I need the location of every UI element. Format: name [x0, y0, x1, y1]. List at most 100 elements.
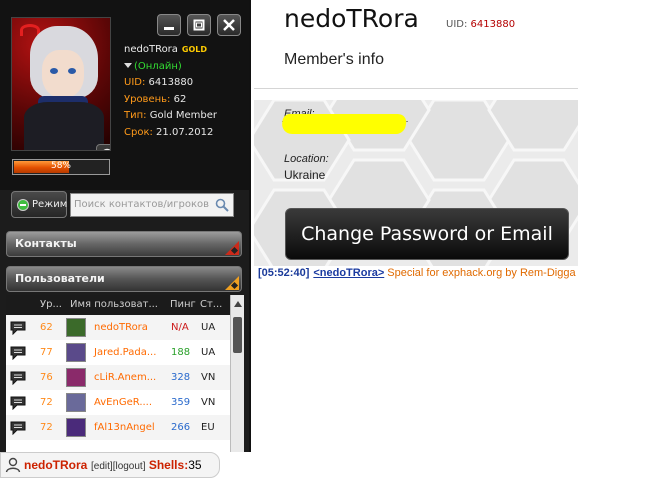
change-password-email-button[interactable]: Change Password or Email: [285, 208, 569, 260]
row-country: EU: [201, 422, 215, 433]
row-avatar: [66, 418, 86, 437]
chat-text: Special for exphack.org by Rem-Digga: [387, 267, 576, 279]
column-username[interactable]: Имя пользоват...: [70, 295, 158, 315]
member-info-panel: nedoTRora UID: 6413880 Member's info Ema…: [254, 0, 578, 266]
uid-value: 6413880: [148, 77, 194, 88]
xp-progress-text: 58%: [50, 161, 71, 171]
table-row[interactable]: 72 fAl13nAngel 266 EU: [6, 415, 230, 440]
users-table: Ур... Имя пользоват... Пинг Ст... 62 nedo…: [6, 295, 244, 452]
term-value: 21.07.2012: [156, 126, 214, 138]
divider: [254, 88, 578, 89]
close-button[interactable]: [217, 14, 241, 36]
row-username[interactable]: nedoTRora: [94, 315, 148, 340]
row-ping: 266: [171, 422, 191, 433]
type-value: Gold Member: [149, 110, 218, 121]
shells-value: 35: [188, 458, 202, 472]
row-country: VN: [201, 397, 216, 408]
minimize-icon: [164, 27, 174, 30]
chat-bubble-icon[interactable]: [10, 345, 26, 361]
row-country: UA: [201, 347, 216, 358]
profile-area: nedoTRora GOLD (Онлайн) UID: 6413880 Уров…: [0, 0, 249, 190]
restore-button[interactable]: [187, 14, 211, 36]
member-username: nedoTRora: [284, 4, 419, 33]
location-label: Location:: [284, 153, 329, 165]
row-level: 76: [40, 372, 53, 383]
row-level: 62: [40, 322, 53, 333]
magnifier-icon: [103, 148, 110, 150]
uid-label: UID:: [124, 77, 146, 88]
row-level: 72: [40, 422, 53, 433]
member-uid: UID: 6413880: [446, 19, 516, 30]
chat-bubble-icon[interactable]: [10, 395, 26, 411]
profile-name: nedoTRora: [124, 44, 178, 55]
online-status: (Онлайн): [134, 60, 182, 72]
profile-info: nedoTRora GOLD (Онлайн) UID: 6413880 Уров…: [124, 42, 217, 141]
user-footer-bar: nedoTRora [edit][logout] Shells:35: [0, 452, 220, 478]
table-scrollbar[interactable]: [230, 295, 244, 452]
term-label: Срок:: [124, 126, 153, 138]
type-label: Тип:: [124, 110, 147, 121]
row-username[interactable]: AvEnGeR....: [94, 390, 152, 415]
restore-icon: [193, 19, 205, 31]
edit-link[interactable]: [edit]: [91, 461, 113, 472]
gold-badge: GOLD: [181, 45, 208, 54]
chat-bubble-icon[interactable]: [10, 320, 26, 336]
chevron-down-icon: [124, 62, 132, 68]
chat-bubble-icon[interactable]: [10, 420, 26, 436]
search-placeholder: Поиск контактов/игроков: [74, 199, 210, 210]
row-avatar: [66, 343, 86, 362]
search-input[interactable]: Поиск контактов/игроков: [70, 193, 234, 217]
mode-button[interactable]: Режим: [11, 191, 67, 218]
row-ping: 188: [171, 347, 191, 358]
close-icon: [223, 19, 235, 31]
row-avatar: [66, 368, 86, 387]
row-country: UA: [201, 322, 216, 333]
column-country[interactable]: Ст...: [200, 295, 222, 315]
mode-toggle-icon: [17, 199, 29, 211]
users-section-header[interactable]: Пользователи: [6, 266, 242, 292]
minimize-button[interactable]: [157, 14, 181, 36]
search-icon[interactable]: [215, 198, 229, 212]
chat-sender-link[interactable]: <nedoTRora>: [313, 267, 384, 279]
location-value: Ukraine: [284, 168, 326, 182]
table-row[interactable]: 72 AvEnGeR.... 359 VN: [6, 390, 230, 415]
mode-button-label: Режим: [32, 199, 68, 210]
column-level[interactable]: Ур...: [40, 295, 62, 315]
row-level: 77: [40, 347, 53, 358]
status-dropdown[interactable]: (Онлайн): [124, 59, 217, 76]
row-ping: 359: [171, 397, 191, 408]
logout-link[interactable]: [logout]: [113, 461, 146, 472]
footer-username[interactable]: nedoTRora: [24, 453, 87, 477]
chat-bubble-icon[interactable]: [10, 370, 26, 386]
row-username[interactable]: fAl13nAngel: [94, 415, 155, 440]
row-ping: N/A: [171, 322, 189, 333]
row-country: VN: [201, 372, 216, 383]
row-avatar: [66, 318, 86, 337]
contacts-section-header[interactable]: Контакты: [6, 231, 242, 257]
scroll-up-icon[interactable]: [234, 301, 242, 307]
chat-timestamp: [05:52:40]: [258, 267, 310, 279]
shells-label: Shells:: [148, 458, 189, 472]
table-row[interactable]: 62 nedoTRora N/A UA: [6, 315, 230, 340]
table-row[interactable]: 77 Jared.Pada... 188 UA: [6, 340, 230, 365]
redacted-email: [280, 114, 408, 134]
users-table-body: 62 nedoTRora N/A UA 77 Jared.Pada... 188 UA 76 cL…: [6, 315, 230, 452]
avatar[interactable]: [11, 17, 111, 151]
row-level: 72: [40, 397, 53, 408]
users-label: Пользователи: [15, 272, 105, 285]
user-icon: [5, 457, 21, 473]
chat-message: [05:52:40] <nedoTRora> Special for exphack…: [258, 267, 576, 279]
level-value: 62: [173, 93, 187, 105]
row-ping: 328: [171, 372, 191, 383]
contacts-label: Контакты: [15, 237, 77, 250]
column-ping[interactable]: Пинг: [170, 295, 196, 315]
game-client-panel: nedoTRora GOLD (Онлайн) UID: 6413880 Уров…: [0, 0, 251, 452]
scroll-thumb[interactable]: [233, 317, 242, 353]
zoom-avatar-button[interactable]: [96, 144, 110, 150]
table-row[interactable]: 76 cLiR.Anem... 328 VN: [6, 365, 230, 390]
member-uid-value: 6413880: [470, 19, 516, 30]
page-title: Member's info: [284, 51, 384, 68]
row-username[interactable]: Jared.Pada...: [94, 340, 156, 365]
row-username[interactable]: cLiR.Anem...: [94, 365, 156, 390]
xp-progress-bar: 58%: [12, 159, 110, 175]
